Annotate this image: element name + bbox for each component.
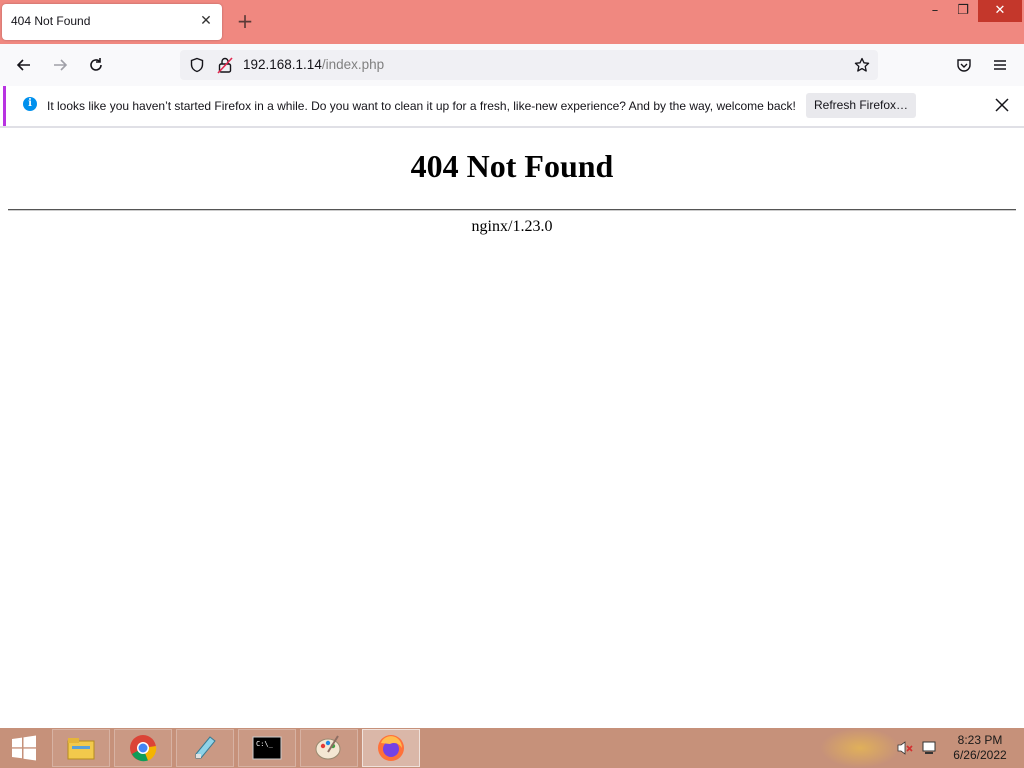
url-text[interactable]: 192.168.1.14/index.php (243, 57, 384, 72)
tab-close-icon[interactable]: ✕ (198, 13, 214, 29)
notification-close-icon[interactable] (992, 95, 1012, 115)
url-host: 192.168.1.14 (243, 57, 322, 72)
svg-text:C:\_: C:\_ (256, 740, 274, 748)
windows-logo-icon (12, 735, 36, 761)
tab-title: 404 Not Found (11, 14, 91, 28)
file-explorer-icon (67, 738, 95, 760)
back-button[interactable] (12, 53, 36, 77)
forward-button[interactable] (48, 53, 72, 77)
navigation-toolbar: 192.168.1.14/index.php (0, 44, 1024, 86)
horizontal-rule (8, 209, 1016, 211)
notepad-icon (195, 736, 216, 759)
taskbar-file-explorer[interactable] (52, 729, 110, 767)
refresh-firefox-notification: i It looks like you haven’t started Fire… (3, 86, 1022, 126)
taskbar-glow (820, 728, 900, 768)
menu-button[interactable] (988, 53, 1012, 77)
pocket-icon (957, 59, 971, 72)
close-window-button[interactable]: ✕ (978, 0, 1022, 22)
start-button[interactable] (0, 728, 48, 768)
page-heading: 404 Not Found (410, 148, 614, 184)
paint-icon (315, 735, 341, 760)
hamburger-menu-icon (994, 60, 1006, 70)
chrome-icon (130, 735, 157, 762)
pocket-button[interactable] (952, 53, 976, 77)
taskbar-paint[interactable] (300, 729, 358, 767)
browser-title-bar: 404 Not Found ✕ + – ❐ ✕ (0, 0, 1024, 44)
info-icon: i (23, 97, 37, 111)
taskbar-notepad[interactable] (176, 729, 234, 767)
reload-button[interactable] (84, 53, 108, 77)
taskbar-firefox[interactable] (362, 729, 420, 767)
speaker-muted-icon[interactable] (896, 740, 914, 756)
refresh-firefox-button[interactable]: Refresh Firefox… (806, 93, 916, 118)
taskbar-chrome[interactable] (114, 729, 172, 767)
clock-time: 8:23 PM (957, 733, 1003, 747)
url-path: /index.php (321, 57, 385, 72)
clock-date: 6/26/2022 (953, 748, 1007, 762)
bookmark-star-icon[interactable] (854, 57, 870, 73)
tracking-protection-shield-icon[interactable] (189, 57, 205, 73)
network-icon[interactable] (921, 740, 939, 756)
back-arrow-icon (16, 59, 30, 71)
firefox-icon (378, 735, 404, 761)
cmd-icon: C:\_ (252, 736, 282, 760)
system-clock[interactable]: 8:23 PM 6/26/2022 (944, 733, 1016, 763)
taskbar-command-prompt[interactable]: C:\_ (238, 729, 296, 767)
notification-message: It looks like you haven’t started Firefo… (47, 99, 796, 113)
minimize-button[interactable]: – (920, 0, 950, 22)
server-signature: nginx/1.23.0 (471, 218, 553, 235)
url-bar[interactable]: 192.168.1.14/index.php (180, 50, 878, 80)
reload-icon (90, 58, 102, 71)
tab-404-not-found[interactable]: 404 Not Found ✕ (2, 4, 222, 40)
page-content: 404 Not Found nginx/1.23.0 (0, 128, 1024, 728)
forward-arrow-icon (54, 59, 68, 71)
new-tab-button[interactable]: + (236, 11, 254, 31)
windows-taskbar: C:\_ 8:23 PM 6/26/2022 (0, 728, 1024, 768)
insecure-lock-icon[interactable] (217, 56, 233, 74)
restore-button[interactable]: ❐ (948, 0, 978, 22)
